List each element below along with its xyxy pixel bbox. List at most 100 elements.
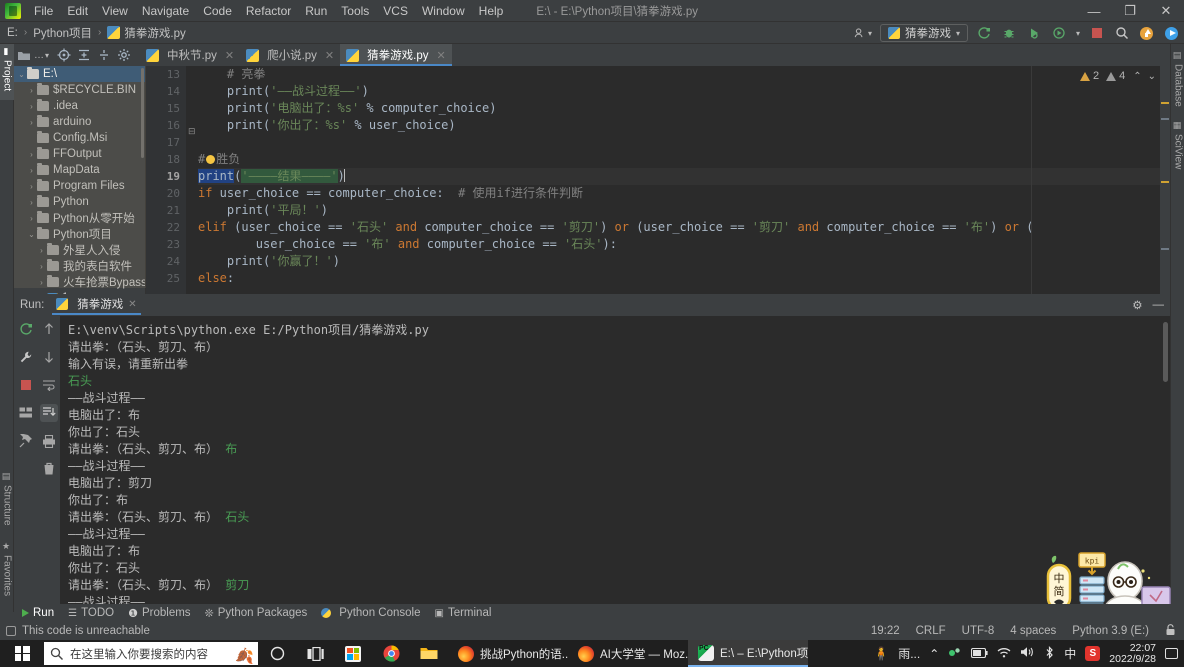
taskbar-search-box[interactable]: 在这里输入你要搜索的内容 🍂 <box>44 642 258 665</box>
stop-icon[interactable] <box>1088 25 1105 42</box>
editor-tab-0[interactable]: 中秋节.py ✕ <box>140 44 240 66</box>
close-icon[interactable]: ✕ <box>436 49 445 62</box>
next-problem-icon[interactable]: ⌄ <box>1148 71 1156 82</box>
soft-wrap-icon[interactable] <box>40 376 58 394</box>
taskbar-app-firefox-2[interactable]: AI大学堂 — Moz... <box>568 640 688 667</box>
tray-chevron-up-icon[interactable]: ⌃ <box>929 647 939 661</box>
sidebar-item-sciview[interactable]: ▦ SciView <box>1171 118 1184 176</box>
chevron-down-icon[interactable]: ⌄ <box>16 70 27 79</box>
chevron-right-icon[interactable]: › <box>36 262 47 271</box>
project-tree-scrollbar[interactable] <box>141 68 144 158</box>
sidebar-item-database[interactable]: ▤ Database <box>1171 48 1184 110</box>
menu-item-file[interactable]: File <box>27 0 60 22</box>
menu-bar[interactable]: File Edit View Navigate Code Refactor Run Tools… <box>27 0 510 22</box>
run-tab[interactable]: 猜拳游戏 ✕ <box>52 295 141 315</box>
editor-tab-1[interactable]: 爬小说.py ✕ <box>240 44 340 66</box>
indent-setting[interactable]: 4 spaces <box>1010 625 1056 637</box>
volume-icon[interactable] <box>1020 646 1035 661</box>
minimize-button[interactable]: — <box>1076 0 1112 22</box>
explorer-icon[interactable] <box>410 640 448 667</box>
code-line[interactable] <box>198 134 1170 151</box>
editor-code-area[interactable]: # 亮拳 print('——战斗过程——') print('电脑出了：%s' %… <box>198 66 1170 294</box>
sidebar-item-structure[interactable]: ▤ Structure <box>0 469 14 535</box>
rerun-icon[interactable] <box>976 25 993 42</box>
code-editor[interactable]: 13 14 15 16 17 18 19 20 21 22 23 24 25 ⊟ # 亮拳 print(… <box>146 66 1170 294</box>
chevron-right-icon[interactable]: › <box>26 166 37 175</box>
prev-problem-icon[interactable]: ⌃ <box>1133 71 1141 82</box>
file-encoding[interactable]: UTF-8 <box>962 625 995 637</box>
chevron-right-icon[interactable]: › <box>26 150 37 159</box>
coverage-icon[interactable] <box>1026 25 1043 42</box>
code-line[interactable]: else: <box>198 270 1170 287</box>
menu-item-run[interactable]: Run <box>298 0 334 22</box>
sidebar-item-project[interactable]: ▮ Project <box>0 44 14 100</box>
tree-node[interactable]: › 外星人入侵 <box>14 242 145 258</box>
intention-bulb-icon[interactable] <box>206 155 216 164</box>
play-icon[interactable] <box>1163 25 1180 42</box>
console-scrollbar[interactable] <box>1163 322 1168 382</box>
code-line[interactable]: print('你出了：%s' % user_choice) <box>198 117 1170 134</box>
tree-node[interactable]: › $RECYCLE.BIN <box>14 82 145 98</box>
scroll-to-end-icon[interactable] <box>39 404 58 422</box>
chevron-right-icon[interactable]: › <box>26 118 37 127</box>
wifi-icon[interactable] <box>997 647 1011 661</box>
editor-fold-column[interactable]: ⊟ <box>186 66 198 294</box>
search-icon[interactable] <box>1113 25 1130 42</box>
menu-item-refactor[interactable]: Refactor <box>239 0 298 22</box>
start-button[interactable] <box>0 640 44 667</box>
folder-icon[interactable] <box>14 45 34 65</box>
inspection-summary[interactable]: 2 4 ⌃ ⌄ <box>1079 70 1156 82</box>
folder-menu-dots[interactable]: … <box>34 50 44 61</box>
bottom-tab-todo[interactable]: ☰ TODO <box>68 607 114 619</box>
tree-node[interactable]: › MapData <box>14 162 145 178</box>
tree-node[interactable]: ⌄ E:\ <box>14 66 145 82</box>
code-line[interactable]: print('————结果————') <box>198 168 1170 185</box>
close-icon[interactable]: ✕ <box>128 299 136 310</box>
editor-marker-bar[interactable] <box>1160 66 1170 294</box>
locate-icon[interactable] <box>54 45 74 65</box>
editor-gutter[interactable]: 13 14 15 16 17 18 19 20 21 22 23 24 25 <box>146 66 186 294</box>
weather-label[interactable]: 雨... <box>898 645 920 662</box>
close-icon[interactable]: ✕ <box>325 49 334 62</box>
tree-node[interactable]: › arduino <box>14 114 145 130</box>
close-button[interactable]: ✕ <box>1148 0 1184 22</box>
breadcrumb[interactable]: E: › Python项目 › 猜拳游戏.py <box>5 25 188 41</box>
menu-item-tools[interactable]: Tools <box>334 0 376 22</box>
line-separator[interactable]: CRLF <box>916 625 946 637</box>
expand-all-icon[interactable] <box>74 45 94 65</box>
chrome-icon[interactable] <box>372 640 410 667</box>
settings-icon[interactable] <box>114 45 134 65</box>
caret-position[interactable]: 19:22 <box>871 625 900 637</box>
bottom-tab-terminal[interactable]: ▣ Terminal <box>434 607 491 619</box>
trash-icon[interactable] <box>40 460 58 478</box>
pin-icon[interactable] <box>17 432 35 450</box>
code-line[interactable]: # 亮拳 <box>198 66 1170 83</box>
profile-run-icon[interactable] <box>1051 25 1068 42</box>
menu-item-code[interactable]: Code <box>196 0 239 22</box>
python-interpreter[interactable]: Python 3.9 (E:) <box>1072 625 1149 637</box>
taskbar-app-pycharm[interactable]: E:\ – E:\Python项... <box>688 640 808 667</box>
chevron-down-icon[interactable]: ▾ <box>45 51 49 60</box>
stop-icon[interactable] <box>17 376 35 394</box>
close-icon[interactable]: ✕ <box>225 49 234 62</box>
chevron-right-icon[interactable]: › <box>26 214 37 223</box>
fold-marker-icon[interactable]: ⊟ <box>188 126 196 137</box>
sidebar-item-favorites[interactable]: ★ Favorites <box>0 539 14 605</box>
minimize-icon[interactable]: — <box>1153 299 1165 311</box>
chevron-right-icon[interactable]: › <box>26 198 37 207</box>
task-view-icon[interactable] <box>296 640 334 667</box>
update-icon[interactable] <box>1138 25 1155 42</box>
maximize-button[interactable]: ❐ <box>1112 0 1148 22</box>
store-icon[interactable] <box>334 640 372 667</box>
code-line[interactable]: if user_choice == computer_choice: # 使用i… <box>198 185 1170 202</box>
sogou-icon[interactable]: S <box>1085 646 1101 661</box>
print-icon[interactable] <box>40 432 58 450</box>
run-configuration-selector[interactable]: 猜拳游戏 ▾ <box>879 24 968 42</box>
editor-tabs[interactable]: 中秋节.py ✕ 爬小说.py ✕ 猜拳游戏.py ✕ <box>140 44 452 66</box>
ime-indicator[interactable]: 中 <box>1064 645 1076 662</box>
cortana-icon[interactable] <box>258 640 296 667</box>
taskbar-app-firefox-1[interactable]: 挑战Python的语... <box>448 640 568 667</box>
chevron-right-icon[interactable]: › <box>36 246 47 255</box>
menu-item-edit[interactable]: Edit <box>60 0 95 22</box>
tree-node[interactable]: › 火车抢票Bypass_ <box>14 274 145 290</box>
